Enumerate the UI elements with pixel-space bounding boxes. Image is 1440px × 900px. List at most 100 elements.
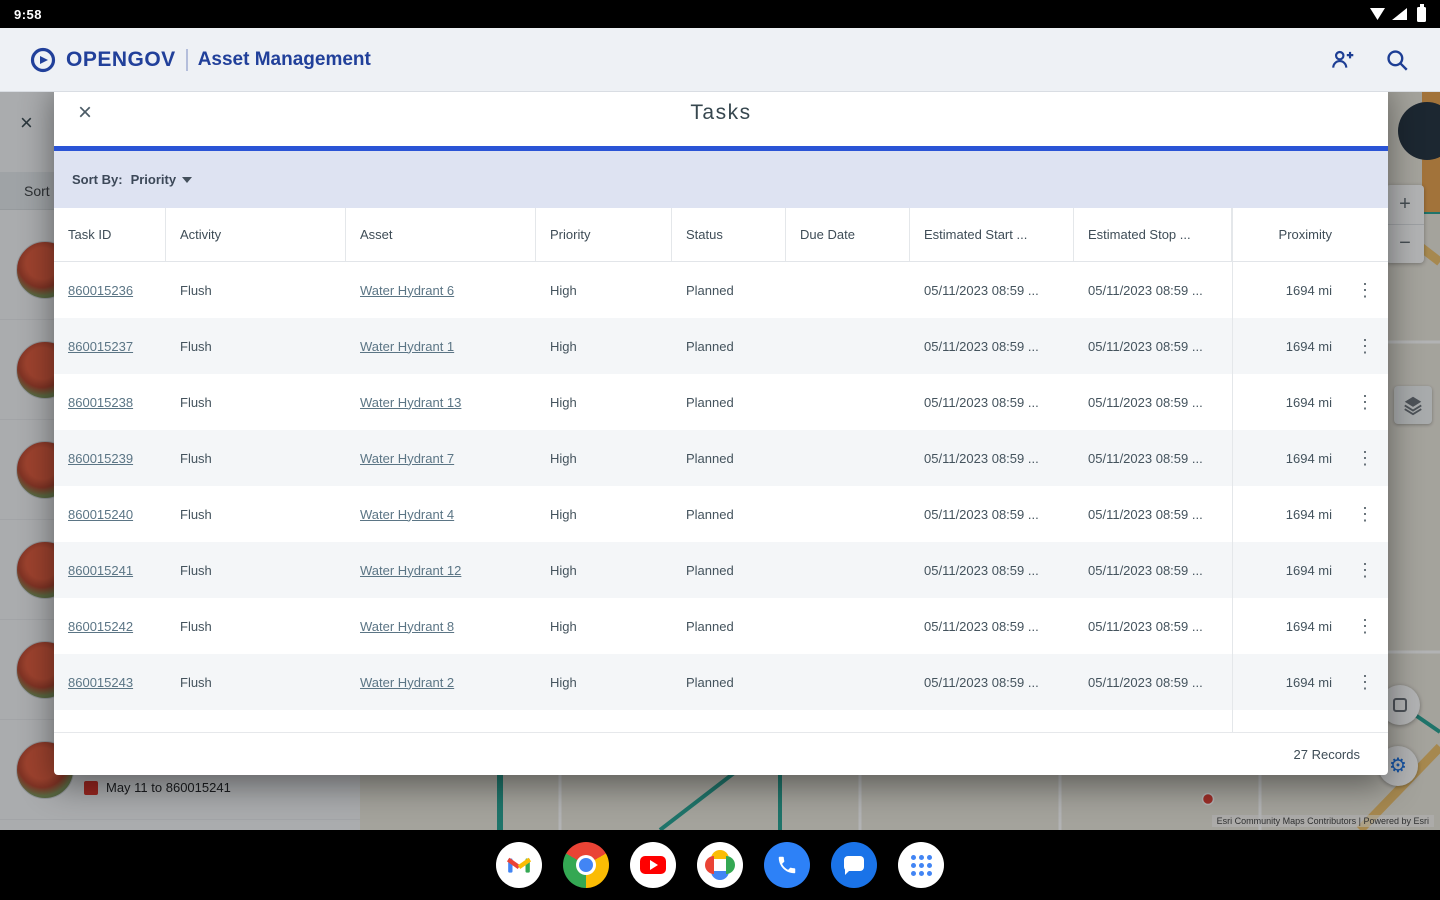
- est-stop-cell: 05/11/2023 08:59 ...: [1088, 618, 1203, 634]
- asset-link[interactable]: Water Hydrant 13: [346, 374, 536, 430]
- due-date-cell: [786, 598, 910, 654]
- est-start-cell: 05/11/2023 08:59 ...: [924, 394, 1039, 410]
- phone-icon[interactable]: [764, 842, 810, 888]
- task-id-link[interactable]: 860015242: [54, 598, 166, 654]
- table-row: 860015242 Flush Water Hydrant 8 High Pla…: [54, 598, 1388, 654]
- task-id-link[interactable]: 860015238: [54, 374, 166, 430]
- est-start-cell: 05/11/2023 08:59 ...: [924, 450, 1039, 466]
- due-date-cell: [786, 486, 910, 542]
- brand-divider: [185, 48, 188, 71]
- messages-icon[interactable]: [831, 842, 877, 888]
- kebab-menu-icon[interactable]: ⋮: [1356, 449, 1374, 467]
- row-actions: ⋮: [1342, 542, 1388, 598]
- activity-cell: Flush: [180, 338, 212, 354]
- row-actions: ⋮: [1342, 430, 1388, 486]
- col-priority: Priority: [536, 208, 672, 261]
- kebab-menu-icon[interactable]: ⋮: [1356, 337, 1374, 355]
- appbar-actions: [1330, 47, 1410, 73]
- table-header-row: Task ID Activity Asset Priority Status D…: [54, 208, 1388, 262]
- kebab-menu-icon[interactable]: ⋮: [1356, 505, 1374, 523]
- activity-cell: Flush: [180, 450, 212, 466]
- gmail-icon[interactable]: [496, 842, 542, 888]
- col-activity: Activity: [166, 208, 346, 261]
- status-cell: Planned: [686, 282, 734, 298]
- task-table-body: 860015236 Flush Water Hydrant 6 High Pla…: [54, 262, 1388, 710]
- status-cell: Planned: [686, 674, 734, 690]
- search-icon[interactable]: [1384, 47, 1410, 73]
- app-title: Asset Management: [197, 48, 371, 70]
- activity-cell: Flush: [180, 674, 212, 690]
- priority-cell: High: [550, 506, 577, 522]
- proximity-cell: 1694 mi: [1232, 318, 1342, 374]
- clock: 9:58: [14, 6, 43, 22]
- est-stop-cell: 05/11/2023 08:59 ...: [1088, 394, 1203, 410]
- asset-link[interactable]: Water Hydrant 12: [346, 542, 536, 598]
- wifi-icon: [1370, 8, 1385, 20]
- table-row: 860015240 Flush Water Hydrant 4 High Pla…: [54, 486, 1388, 542]
- task-id-link[interactable]: 860015236: [54, 262, 166, 318]
- chrome-icon[interactable]: [563, 842, 609, 888]
- task-id-link[interactable]: 860015239: [54, 430, 166, 486]
- table-row: 860015237 Flush Water Hydrant 1 High Pla…: [54, 318, 1388, 374]
- app-bar: OPENGOV Asset Management: [0, 28, 1440, 92]
- task-id-link[interactable]: 860015241: [54, 542, 166, 598]
- row-actions: ⋮: [1342, 318, 1388, 374]
- col-est-stop: Estimated Stop ...: [1074, 208, 1232, 261]
- status-cell: Planned: [686, 506, 734, 522]
- table-empty-strip: [54, 710, 1388, 732]
- task-id-link[interactable]: 860015243: [54, 654, 166, 710]
- close-icon[interactable]: ×: [78, 101, 92, 125]
- asset-link[interactable]: Water Hydrant 2: [346, 654, 536, 710]
- kebab-menu-icon[interactable]: ⋮: [1356, 393, 1374, 411]
- asset-link[interactable]: Water Hydrant 6: [346, 262, 536, 318]
- asset-link[interactable]: Water Hydrant 7: [346, 430, 536, 486]
- task-id-link[interactable]: 860015237: [54, 318, 166, 374]
- task-id-link[interactable]: 860015240: [54, 486, 166, 542]
- col-task-id: Task ID: [54, 208, 166, 261]
- activity-cell: Flush: [180, 562, 212, 578]
- status-bar: 9:58: [0, 0, 1440, 28]
- youtube-icon[interactable]: [630, 842, 676, 888]
- status-cell: Planned: [686, 450, 734, 466]
- row-actions: ⋮: [1342, 486, 1388, 542]
- brand: OPENGOV Asset Management: [30, 47, 371, 73]
- priority-cell: High: [550, 618, 577, 634]
- due-date-cell: [786, 542, 910, 598]
- activity-cell: Flush: [180, 282, 212, 298]
- due-date-cell: [786, 318, 910, 374]
- sort-by-dropdown[interactable]: Priority: [131, 172, 193, 187]
- est-stop-cell: 05/11/2023 08:59 ...: [1088, 338, 1203, 354]
- app-drawer-icon[interactable]: [898, 842, 944, 888]
- photos-petal: [705, 856, 714, 874]
- table-row: 860015236 Flush Water Hydrant 6 High Pla…: [54, 262, 1388, 318]
- priority-cell: High: [550, 562, 577, 578]
- table-row: 860015239 Flush Water Hydrant 7 High Pla…: [54, 430, 1388, 486]
- kebab-menu-icon[interactable]: ⋮: [1356, 617, 1374, 635]
- cellular-signal-icon: [1392, 8, 1407, 20]
- table-row: 860015238 Flush Water Hydrant 13 High Pl…: [54, 374, 1388, 430]
- est-stop-cell: 05/11/2023 08:59 ...: [1088, 674, 1203, 690]
- asset-link[interactable]: Water Hydrant 1: [346, 318, 536, 374]
- status-cell: Planned: [686, 394, 734, 410]
- sort-by-bar: Sort By: Priority: [54, 151, 1388, 208]
- col-due-date: Due Date: [786, 208, 910, 261]
- row-actions: ⋮: [1342, 262, 1388, 318]
- asset-link[interactable]: Water Hydrant 4: [346, 486, 536, 542]
- kebab-menu-icon[interactable]: ⋮: [1356, 673, 1374, 691]
- sort-by-value: Priority: [130, 172, 177, 187]
- status-cell: Planned: [686, 618, 734, 634]
- est-start-cell: 05/11/2023 08:59 ...: [924, 618, 1039, 634]
- dock: [0, 830, 1440, 900]
- battery-icon: [1417, 3, 1426, 22]
- est-start-cell: 05/11/2023 08:59 ...: [924, 282, 1039, 298]
- est-stop-cell: 05/11/2023 08:59 ...: [1088, 450, 1203, 466]
- kebab-menu-icon[interactable]: ⋮: [1356, 561, 1374, 579]
- add-person-icon[interactable]: [1330, 47, 1356, 73]
- est-start-cell: 05/11/2023 08:59 ...: [924, 562, 1039, 578]
- status-cell: Planned: [686, 338, 734, 354]
- proximity-cell: 1694 mi: [1232, 374, 1342, 430]
- proximity-cell: 1694 mi: [1232, 598, 1342, 654]
- google-photos-icon[interactable]: [697, 842, 743, 888]
- kebab-menu-icon[interactable]: ⋮: [1356, 281, 1374, 299]
- asset-link[interactable]: Water Hydrant 8: [346, 598, 536, 654]
